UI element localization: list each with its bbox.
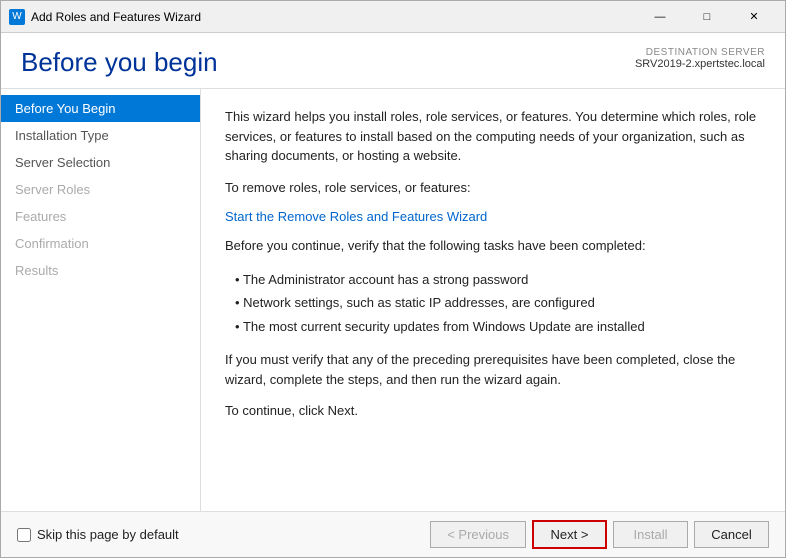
title-bar: W Add Roles and Features Wizard — □ ✕ (1, 1, 785, 33)
sidebar-item-before-you-begin[interactable]: Before You Begin (1, 95, 200, 122)
content-para3: Before you continue, verify that the fol… (225, 236, 761, 256)
sidebar-item-results: Results (1, 257, 200, 284)
content-para4: If you must verify that any of the prece… (225, 350, 761, 389)
sidebar: Before You Begin Installation Type Serve… (1, 89, 201, 511)
content-para2: To remove roles, role services, or featu… (225, 178, 761, 198)
close-button[interactable]: ✕ (731, 1, 777, 33)
window-title: Add Roles and Features Wizard (31, 10, 637, 24)
wizard-window: W Add Roles and Features Wizard — □ ✕ Be… (0, 0, 786, 558)
bullet-item-3: The most current security updates from W… (235, 315, 761, 339)
sidebar-item-confirmation: Confirmation (1, 230, 200, 257)
sidebar-item-features: Features (1, 203, 200, 230)
footer-buttons: < Previous Next > Install Cancel (430, 520, 769, 549)
content-area: This wizard helps you install roles, rol… (201, 89, 785, 511)
sidebar-item-installation-type[interactable]: Installation Type (1, 122, 200, 149)
bullet-item-1: The Administrator account has a strong p… (235, 268, 761, 292)
skip-page-checkbox[interactable] (17, 528, 31, 542)
footer-left: Skip this page by default (17, 527, 179, 542)
page-title: Before you begin (21, 47, 218, 78)
content-para1: This wizard helps you install roles, rol… (225, 107, 761, 166)
sidebar-item-server-selection[interactable]: Server Selection (1, 149, 200, 176)
window-controls: — □ ✕ (637, 1, 777, 33)
previous-button[interactable]: < Previous (430, 521, 526, 548)
destination-label: DESTINATION SERVER (635, 47, 765, 58)
content-para5: To continue, click Next. (225, 401, 761, 421)
install-button[interactable]: Install (613, 521, 688, 548)
remove-roles-link[interactable]: Start the Remove Roles and Features Wiza… (225, 209, 487, 224)
next-button[interactable]: Next > (532, 520, 607, 549)
skip-page-checkbox-label[interactable]: Skip this page by default (17, 527, 179, 542)
maximize-button[interactable]: □ (684, 1, 730, 33)
destination-server-info: DESTINATION SERVER SRV2019-2.xpertstec.l… (635, 47, 765, 70)
skip-page-label: Skip this page by default (37, 527, 179, 542)
wizard-footer: Skip this page by default < Previous Nex… (1, 511, 785, 557)
minimize-button[interactable]: — (637, 1, 683, 33)
wizard-header: Before you begin DESTINATION SERVER SRV2… (1, 33, 785, 89)
wizard-body: Before You Begin Installation Type Serve… (1, 89, 785, 511)
server-name: SRV2019-2.xpertstec.local (635, 58, 765, 70)
bullet-item-2: Network settings, such as static IP addr… (235, 291, 761, 315)
cancel-button[interactable]: Cancel (694, 521, 769, 548)
app-icon: W (9, 9, 25, 25)
sidebar-item-server-roles: Server Roles (1, 176, 200, 203)
prerequisites-list: The Administrator account has a strong p… (235, 268, 761, 339)
